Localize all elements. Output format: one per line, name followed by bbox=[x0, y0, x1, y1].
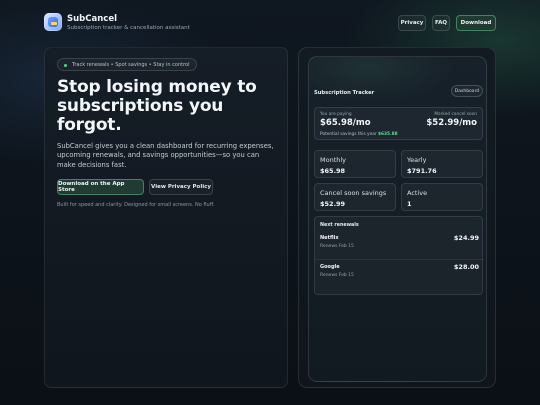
privacy-policy-button[interactable]: View Privacy Policy bbox=[149, 179, 213, 195]
stat-value: 1 bbox=[407, 200, 412, 208]
site-header: SubCancel Subscription tracker & cancell… bbox=[0, 0, 540, 46]
hero-panel: Track renewals • Spot savings • Stay in … bbox=[44, 47, 288, 388]
renewal-name: Netflix bbox=[320, 235, 339, 241]
nav-privacy-button[interactable]: Privacy bbox=[398, 15, 426, 31]
summary-card: You are paying $65.98/mo Marked cancel s… bbox=[314, 107, 483, 140]
renewal-date: Renews Feb 15 bbox=[320, 244, 354, 249]
renewal-date: Renews Feb 15 bbox=[320, 273, 354, 278]
phone-mockup: Subscription Tracker Dashboard You are p… bbox=[298, 47, 496, 388]
list-item[interactable]: Google Renews Feb 15 $28.00 bbox=[315, 259, 484, 287]
dashboard-button[interactable]: Dashboard bbox=[451, 85, 483, 97]
app-store-button[interactable]: Download on the App Store bbox=[57, 179, 144, 195]
nav-download-button[interactable]: Download bbox=[456, 15, 496, 31]
hero-title: Stop losing money to subscriptions you f… bbox=[57, 77, 257, 135]
stat-value: $791.76 bbox=[407, 167, 437, 175]
stat-label: Active bbox=[407, 189, 428, 197]
status-dot-icon bbox=[64, 63, 67, 67]
savings-label: Potential savings this year bbox=[320, 132, 377, 137]
stat-label: Monthly bbox=[320, 156, 347, 164]
cancel-soon-value: $52.99/mo bbox=[426, 118, 477, 128]
app-name: SubCancel bbox=[67, 14, 117, 24]
stat-yearly: Yearly $791.76 bbox=[401, 150, 483, 178]
feature-pill-text: Track renewals • Spot savings • Stay in … bbox=[72, 61, 190, 68]
screen-title: Subscription Tracker bbox=[314, 90, 375, 96]
list-item[interactable]: Netflix Renews Feb 15 $24.99 bbox=[315, 231, 484, 259]
stat-value: $65.98 bbox=[320, 167, 346, 175]
stat-monthly: Monthly $65.98 bbox=[314, 150, 396, 178]
app-tagline: Subscription tracker & cancellation assi… bbox=[67, 25, 190, 31]
stat-value: $52.99 bbox=[320, 200, 346, 208]
renewals-heading: Next renewals bbox=[320, 223, 359, 228]
paying-label: You are paying bbox=[320, 112, 352, 117]
stat-label: Yearly bbox=[407, 156, 427, 164]
savings-value: $635.88 bbox=[378, 132, 398, 137]
stat-active: Active 1 bbox=[401, 183, 483, 211]
renewal-price: $24.99 bbox=[453, 234, 479, 242]
nav-faq-button[interactable]: FAQ bbox=[432, 15, 450, 31]
fine-print: Built for speed and clarity. Designed fo… bbox=[57, 202, 215, 208]
stat-cancel-soon-savings: Cancel soon savings $52.99 bbox=[314, 183, 396, 211]
app-logo-icon[interactable] bbox=[44, 13, 62, 31]
hero-description: SubCancel gives you a clean dashboard fo… bbox=[57, 142, 274, 169]
cancel-soon-label: Marked cancel soon bbox=[434, 112, 477, 117]
phone-screen: Subscription Tracker Dashboard You are p… bbox=[308, 56, 487, 382]
feature-pill: Track renewals • Spot savings • Stay in … bbox=[57, 58, 197, 71]
savings-line: Potential savings this year $635.88 bbox=[320, 132, 398, 137]
stat-label: Cancel soon savings bbox=[320, 189, 387, 197]
renewal-name: Google bbox=[320, 264, 340, 270]
paying-value: $65.98/mo bbox=[320, 118, 371, 128]
renewals-card: Next renewals Netflix Renews Feb 15 $24.… bbox=[314, 216, 484, 295]
renewal-price: $28.00 bbox=[453, 263, 479, 271]
